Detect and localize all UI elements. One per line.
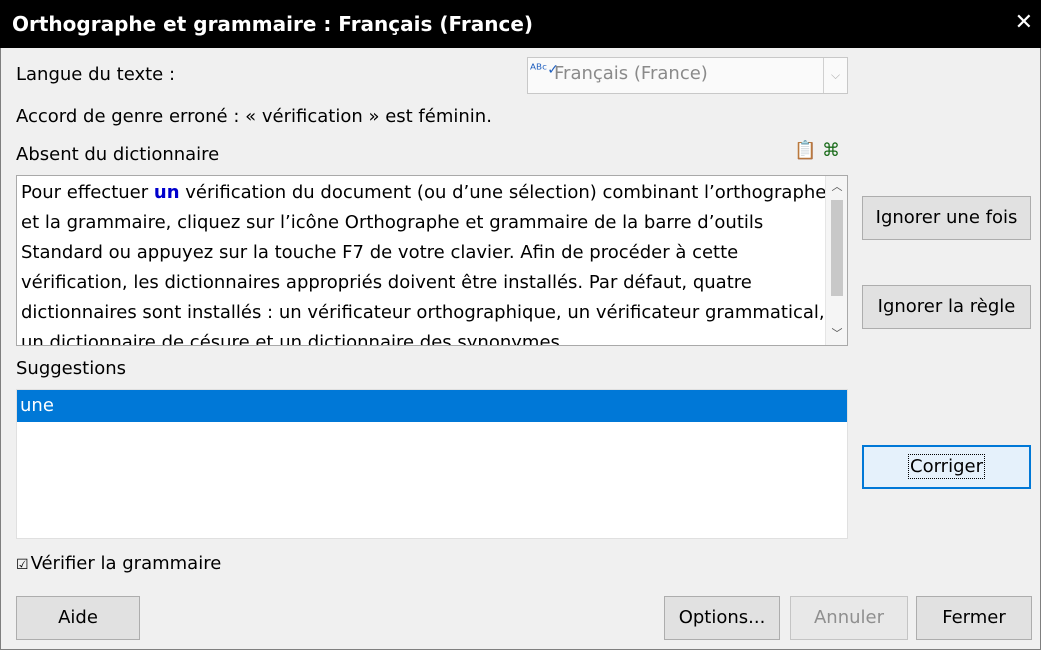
ignore-once-button[interactable]: Ignorer une fois	[862, 196, 1031, 240]
chevron-down-icon[interactable]: ⌵	[823, 58, 847, 93]
error-word: un	[153, 182, 180, 203]
text-scrollbar[interactable]: ︿ ﹀	[825, 176, 847, 345]
scroll-thumb[interactable]	[831, 200, 843, 296]
language-select[interactable]: ᴬᴮᶜ✓ Français (France) ⌵	[527, 57, 848, 94]
checkbox-checked-icon: ☑	[16, 557, 29, 573]
window-title: Orthographe et grammaire : Français (Fra…	[12, 12, 534, 36]
close-button[interactable]: Fermer	[916, 596, 1032, 640]
language-label: Langue du texte :	[16, 64, 176, 85]
ignore-rule-button[interactable]: Ignorer la règle	[862, 285, 1031, 329]
check-grammar-checkbox[interactable]: ☑ Vérifier la grammaire	[16, 553, 221, 574]
help-button[interactable]: Aide	[16, 596, 140, 640]
sentence-text-area[interactable]: Pour effectuer un vérification du docume…	[16, 175, 848, 346]
options-button[interactable]: Options...	[664, 596, 780, 640]
scroll-up-icon[interactable]: ︿	[826, 176, 847, 198]
check-grammar-label: Vérifier la grammaire	[30, 553, 222, 574]
suggestions-list[interactable]: une	[16, 389, 848, 539]
suggestions-label: Suggestions	[16, 358, 126, 379]
sentence-text: Pour effectuer un vérification du docume…	[21, 182, 827, 346]
correct-button[interactable]: Corriger	[862, 445, 1031, 489]
undo-button[interactable]: Annuler	[790, 596, 908, 640]
scroll-down-icon[interactable]: ﹀	[826, 323, 847, 345]
paste-icon[interactable]: 📋	[794, 140, 816, 161]
error-message: Accord de genre erroné : « vérification …	[16, 106, 492, 127]
language-value: Français (France)	[554, 63, 708, 84]
command-icon[interactable]: ⌘	[822, 140, 840, 161]
title-bar: Orthographe et grammaire : Français (Fra…	[0, 0, 1041, 48]
close-icon[interactable]: ✕	[1015, 10, 1033, 35]
suggestion-item[interactable]: une	[17, 390, 847, 422]
not-in-dictionary-label: Absent du dictionnaire	[16, 144, 220, 165]
